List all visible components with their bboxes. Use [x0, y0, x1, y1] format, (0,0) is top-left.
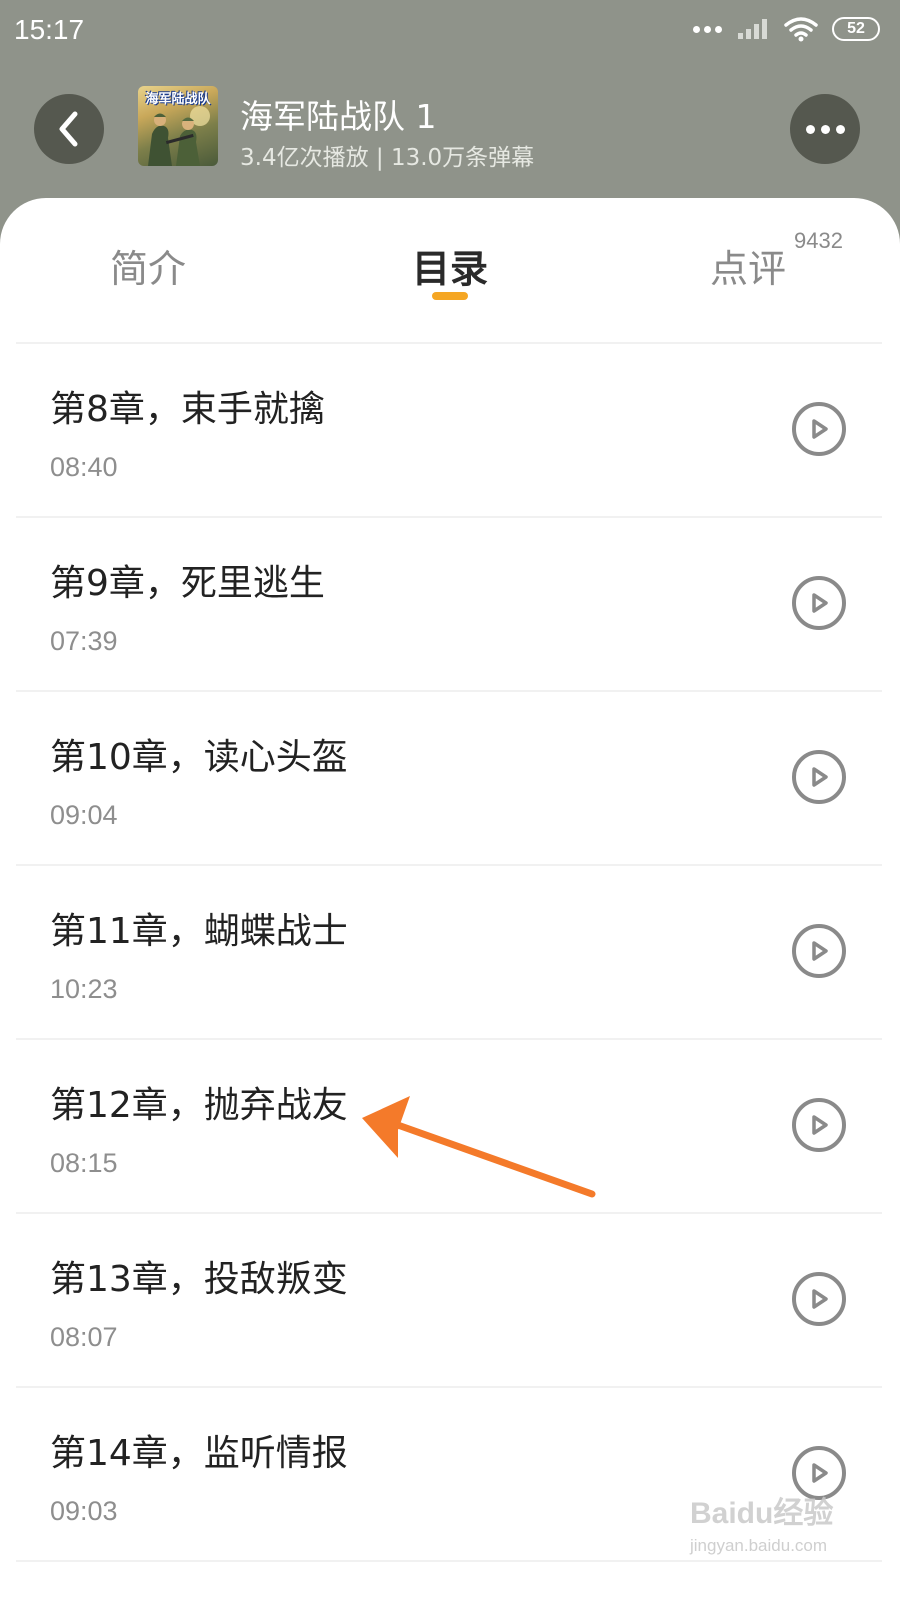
more-dot — [820, 124, 830, 134]
album-stats: 3.4亿次播放 | 13.0万条弹幕 — [240, 145, 535, 171]
tab-intro[interactable]: 简介 — [110, 238, 186, 293]
album-title: 海军陆战队 1 — [240, 97, 437, 136]
play-icon — [812, 1289, 828, 1309]
chapter-row[interactable]: 第12章，抛弃战友 08:15 — [16, 1040, 882, 1214]
play-button[interactable] — [792, 1098, 846, 1152]
play-button[interactable] — [792, 402, 846, 456]
chapter-title: 第9章，死里逃生 — [50, 563, 325, 604]
chapter-row[interactable]: 第8章，束手就擒 08:40 — [16, 344, 882, 518]
back-button[interactable] — [34, 94, 104, 164]
play-icon — [812, 593, 828, 613]
more-notifications-icon — [693, 25, 722, 33]
status-icons: 52 — [693, 16, 880, 42]
chapter-title: 第14章，监听情报 — [50, 1433, 348, 1474]
play-icon — [812, 941, 828, 961]
chevron-left-icon — [59, 111, 78, 147]
watermark-logo: Baidu经验 — [690, 1497, 834, 1530]
status-time: 15:17 — [14, 14, 85, 45]
more-dot — [805, 124, 815, 134]
chapter-duration: 08:15 — [50, 1148, 118, 1178]
chapter-duration: 08:07 — [50, 1322, 118, 1352]
chapter-title: 第11章，蝴蝶战士 — [50, 911, 348, 952]
content-sheet: 简介 目录 点评 9432 第8章，束手就擒 08:40 第9章，死里逃生 07… — [0, 198, 900, 1600]
chapter-row[interactable]: 第10章，读心头盔 09:04 — [16, 692, 882, 866]
chapter-duration: 10:23 — [50, 974, 118, 1004]
tab-catalog[interactable]: 目录 — [412, 238, 488, 293]
cellular-signal-icon — [738, 19, 767, 39]
more-dot — [835, 124, 845, 134]
album-cover: 海军陆战队 — [138, 86, 218, 166]
more-options-button[interactable] — [790, 94, 860, 164]
chapter-duration: 09:03 — [50, 1496, 118, 1526]
play-button[interactable] — [792, 576, 846, 630]
chapter-title: 第8章，束手就擒 — [50, 389, 325, 430]
chapter-row[interactable]: 第9章，死里逃生 07:39 — [16, 518, 882, 692]
play-icon — [812, 1463, 828, 1483]
chapter-title: 第12章，抛弃战友 — [50, 1085, 348, 1126]
wifi-icon — [784, 17, 818, 42]
play-icon — [812, 1115, 828, 1135]
status-bar: 15:17 52 — [0, 0, 900, 62]
cover-soldiers-artwork — [148, 106, 210, 166]
chapter-list: 第8章，束手就擒 08:40 第9章，死里逃生 07:39 第10章，读心头盔 … — [16, 344, 882, 1562]
play-icon — [812, 767, 828, 787]
play-icon — [812, 419, 828, 439]
chapter-title: 第10章，读心头盔 — [50, 737, 348, 778]
play-button[interactable] — [792, 750, 846, 804]
chapter-title: 第13章，投敌叛变 — [50, 1259, 348, 1300]
chapter-duration: 08:40 — [50, 452, 118, 482]
watermark-url: jingyan.baidu.com — [690, 1536, 828, 1555]
chapter-duration: 09:04 — [50, 800, 118, 830]
tab-review[interactable]: 点评 — [710, 238, 786, 293]
chapter-row[interactable]: 第11章，蝴蝶战士 10:23 — [16, 866, 882, 1040]
chapter-row[interactable]: 第13章，投敌叛变 08:07 — [16, 1214, 882, 1388]
battery-icon: 52 — [832, 17, 880, 41]
active-tab-indicator — [432, 292, 468, 300]
play-button[interactable] — [792, 1272, 846, 1326]
play-button[interactable] — [792, 924, 846, 978]
chapter-duration: 07:39 — [50, 626, 118, 656]
review-count-badge: 9432 — [794, 228, 843, 253]
header: 海军陆战队 海军陆战队 1 3.4亿次播放 | 13.0万条弹幕 — [0, 80, 900, 180]
